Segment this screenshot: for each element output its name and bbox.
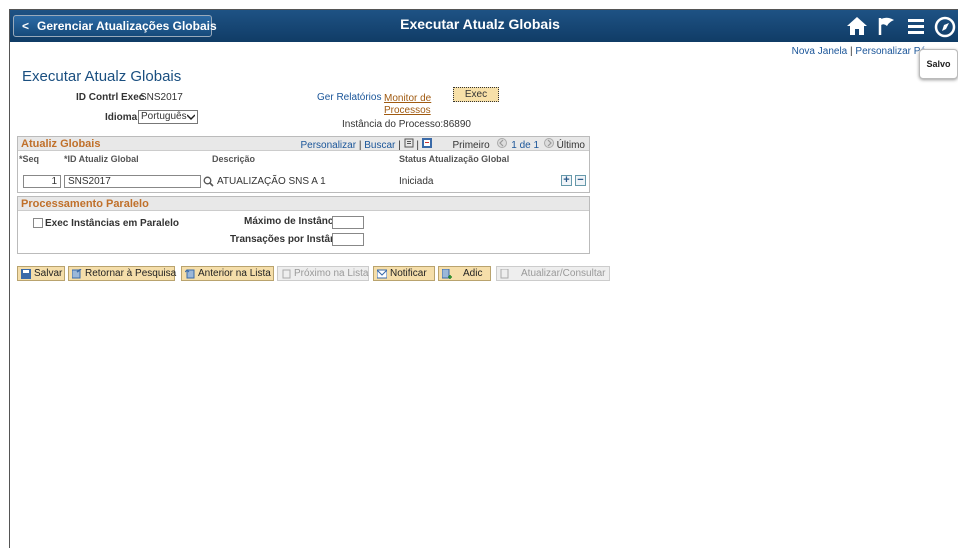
language-select[interactable]: Português [138, 110, 198, 124]
chevron-down-icon [187, 114, 195, 121]
grid-title: Atualiz Globais [21, 138, 101, 150]
header-links: Nova Janela | Personalizar Pá [792, 46, 926, 57]
return-search-icon [72, 269, 82, 279]
add-button[interactable]: Adic [438, 266, 491, 281]
view-all-icon[interactable] [404, 138, 414, 148]
flag-icon[interactable] [874, 13, 900, 39]
previous-arrow-icon[interactable] [496, 138, 507, 148]
grid-first: Primeiro [452, 140, 490, 151]
tx-per-instance-input[interactable] [332, 233, 364, 246]
notify-label: Notificar [390, 268, 427, 279]
delete-row-button[interactable]: − [575, 175, 586, 186]
personalize-page-link[interactable]: Personalizar Pá [855, 46, 926, 57]
notify-icon [377, 269, 387, 279]
grid-personalize-link[interactable]: Personalizar [300, 140, 356, 151]
lookup-icon[interactable] [203, 176, 214, 187]
link-separator: | [850, 46, 853, 57]
new-window-link[interactable]: Nova Janela [792, 46, 848, 57]
status-value: Iniciada [399, 176, 434, 187]
col-id: *ID Atualiz Global [64, 154, 139, 164]
page-title: Executar Atualz Globais [22, 68, 182, 85]
parallel-title: Processamento Paralelo [21, 198, 149, 210]
col-seq: *Seq [19, 154, 40, 164]
previous-in-list-button[interactable]: Anterior na Lista [181, 266, 274, 281]
update-display-icon [500, 269, 509, 279]
exec-button[interactable]: Exec [453, 87, 499, 102]
col-description: Descrição [212, 154, 256, 164]
save-label: Salvar [34, 268, 63, 279]
return-to-search-button[interactable]: Retornar à Pesquisa [68, 266, 177, 281]
max-instances-input[interactable] [332, 216, 364, 229]
language-label: Idioma [105, 112, 138, 123]
language-select-value: Português [141, 111, 187, 122]
save-icon [21, 269, 31, 279]
seq-input[interactable]: 1 [23, 175, 61, 188]
grid-range: 1 de 1 [511, 140, 540, 151]
update-display-label: Atualizar/Consultar [521, 268, 606, 279]
grid-search-link[interactable]: Buscar [364, 140, 395, 151]
parallel-processing-panel: Processamento Paralelo Exec Instâncias e… [17, 196, 590, 254]
reports-link[interactable]: Ger Relatórios [317, 92, 381, 103]
add-label: Adic [463, 268, 483, 279]
description-value: ATUALIZAÇÃO SNS A 1 [217, 176, 326, 187]
grid-header: Atualiz Globais Personalizar | Buscar | … [18, 137, 589, 151]
parallel-header: Processamento Paralelo [18, 197, 589, 211]
chevron-left-icon: < [22, 19, 30, 33]
save-button[interactable]: Salvar [17, 266, 65, 281]
process-monitor-link-line2[interactable]: Processos [384, 105, 431, 116]
back-button-label: Gerenciar Atualizações Globais [37, 19, 217, 33]
page-toolbar: Salvar Retornar à Pesquisa Anterior na L… [17, 266, 617, 281]
top-banner: < Gerenciar Atualizações Globais Executar… [10, 10, 958, 42]
add-row-button[interactable]: + [561, 175, 572, 186]
notify-button[interactable]: Notificar [373, 266, 435, 281]
previous-list-icon [185, 269, 195, 279]
previous-in-list-label: Anterior na Lista [198, 268, 271, 279]
parallel-instances-label: Exec Instâncias em Paralelo [45, 218, 179, 229]
compass-icon[interactable] [932, 13, 958, 39]
home-icon[interactable] [844, 13, 870, 39]
next-in-list-label: Próximo na Lista [294, 268, 369, 279]
saved-indicator: Salvo [919, 49, 958, 79]
next-list-icon [282, 269, 291, 279]
run-control-value: SNS2017 [140, 92, 183, 103]
grid-navigation: Personalizar | Buscar | | Primeiro 1 de … [300, 138, 585, 151]
process-monitor-link-line1[interactable]: Monitor de [384, 93, 431, 104]
process-instance: Instância do Processo:86890 [342, 119, 471, 130]
col-status: Status Atualização Global [399, 154, 510, 164]
next-in-list-button[interactable]: Próximo na Lista [277, 266, 369, 281]
next-arrow-icon[interactable] [543, 138, 554, 148]
global-updates-grid: Atualiz Globais Personalizar | Buscar | … [17, 136, 590, 193]
banner-title: Executar Atualz Globais [400, 16, 560, 32]
parallel-instances-checkbox[interactable] [33, 218, 43, 228]
add-icon [442, 269, 452, 279]
grid-last: Último [556, 140, 585, 151]
back-button[interactable]: < Gerenciar Atualizações Globais [13, 15, 217, 37]
return-search-label: Retornar à Pesquisa [85, 268, 177, 279]
global-update-id-input[interactable]: SNS2017 [64, 175, 201, 188]
update-display-button[interactable]: Atualizar/Consultar [496, 266, 610, 281]
page-frame: < Gerenciar Atualizações Globais Executar… [9, 9, 958, 548]
menu-icon[interactable] [903, 13, 929, 39]
run-control-label: ID Contrl Exec [76, 92, 145, 103]
download-icon[interactable] [421, 138, 432, 148]
